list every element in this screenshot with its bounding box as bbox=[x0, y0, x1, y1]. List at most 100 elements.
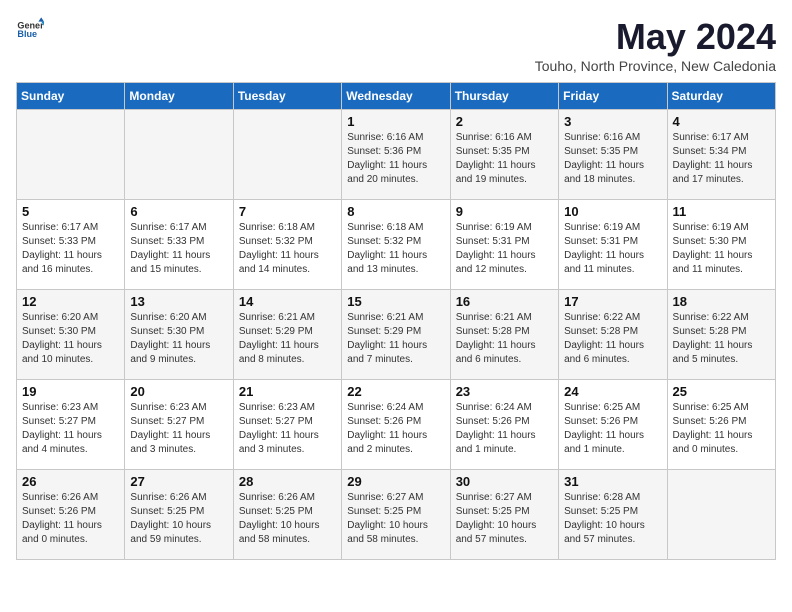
calendar-cell: 7 Sunrise: 6:18 AM Sunset: 5:32 PM Daylig… bbox=[233, 200, 341, 290]
calendar-cell: 4 Sunrise: 6:17 AM Sunset: 5:34 PM Daylig… bbox=[667, 110, 775, 200]
day-info: Sunrise: 6:21 AM Sunset: 5:28 PM Dayligh… bbox=[456, 311, 553, 367]
day-info: Sunrise: 6:26 AM Sunset: 5:26 PM Dayligh… bbox=[22, 491, 119, 547]
day-info: Sunrise: 6:19 AM Sunset: 5:30 PM Dayligh… bbox=[673, 221, 770, 277]
day-number: 22 bbox=[347, 384, 444, 399]
calendar-cell: 26 Sunrise: 6:26 AM Sunset: 5:26 PM Dayli… bbox=[17, 470, 125, 560]
location-title: Touho, North Province, New Caledonia bbox=[535, 58, 776, 74]
day-number: 7 bbox=[239, 204, 336, 219]
calendar-cell: 29 Sunrise: 6:27 AM Sunset: 5:25 PM Dayli… bbox=[342, 470, 450, 560]
month-title: May 2024 bbox=[535, 16, 776, 58]
calendar-cell: 6 Sunrise: 6:17 AM Sunset: 5:33 PM Daylig… bbox=[125, 200, 233, 290]
day-info: Sunrise: 6:23 AM Sunset: 5:27 PM Dayligh… bbox=[239, 401, 336, 457]
weekday-header-sunday: Sunday bbox=[17, 83, 125, 110]
day-info: Sunrise: 6:26 AM Sunset: 5:25 PM Dayligh… bbox=[130, 491, 227, 547]
day-info: Sunrise: 6:21 AM Sunset: 5:29 PM Dayligh… bbox=[239, 311, 336, 367]
calendar-cell: 22 Sunrise: 6:24 AM Sunset: 5:26 PM Dayli… bbox=[342, 380, 450, 470]
calendar-cell: 16 Sunrise: 6:21 AM Sunset: 5:28 PM Dayli… bbox=[450, 290, 558, 380]
day-info: Sunrise: 6:19 AM Sunset: 5:31 PM Dayligh… bbox=[564, 221, 661, 277]
calendar-cell: 2Sunrise: 6:16 AM Sunset: 5:35 PM Daylig… bbox=[450, 110, 558, 200]
calendar-cell: 21 Sunrise: 6:23 AM Sunset: 5:27 PM Dayli… bbox=[233, 380, 341, 470]
weekday-header-saturday: Saturday bbox=[667, 83, 775, 110]
calendar-header: SundayMondayTuesdayWednesdayThursdayFrid… bbox=[17, 83, 776, 110]
day-number: 4 bbox=[673, 114, 770, 129]
calendar-cell: 25Sunrise: 6:25 AM Sunset: 5:26 PM Dayli… bbox=[667, 380, 775, 470]
logo-icon: General Blue bbox=[16, 16, 44, 44]
calendar-cell: 12Sunrise: 6:20 AM Sunset: 5:30 PM Dayli… bbox=[17, 290, 125, 380]
calendar-cell: 27Sunrise: 6:26 AM Sunset: 5:25 PM Dayli… bbox=[125, 470, 233, 560]
calendar-cell bbox=[125, 110, 233, 200]
day-number: 5 bbox=[22, 204, 119, 219]
calendar-cell: 9Sunrise: 6:19 AM Sunset: 5:31 PM Daylig… bbox=[450, 200, 558, 290]
calendar-cell bbox=[667, 470, 775, 560]
day-info: Sunrise: 6:24 AM Sunset: 5:26 PM Dayligh… bbox=[456, 401, 553, 457]
day-number: 15 bbox=[347, 294, 444, 309]
day-info: Sunrise: 6:19 AM Sunset: 5:31 PM Dayligh… bbox=[456, 221, 553, 277]
day-info: Sunrise: 6:25 AM Sunset: 5:26 PM Dayligh… bbox=[564, 401, 661, 457]
calendar-cell: 3 Sunrise: 6:16 AM Sunset: 5:35 PM Daylig… bbox=[559, 110, 667, 200]
day-info: Sunrise: 6:24 AM Sunset: 5:26 PM Dayligh… bbox=[347, 401, 444, 457]
day-info: Sunrise: 6:18 AM Sunset: 5:32 PM Dayligh… bbox=[239, 221, 336, 277]
logo: General Blue bbox=[16, 16, 44, 44]
day-info: Sunrise: 6:18 AM Sunset: 5:32 PM Dayligh… bbox=[347, 221, 444, 277]
day-number: 26 bbox=[22, 474, 119, 489]
day-number: 17 bbox=[564, 294, 661, 309]
day-info: Sunrise: 6:23 AM Sunset: 5:27 PM Dayligh… bbox=[22, 401, 119, 457]
day-info: Sunrise: 6:17 AM Sunset: 5:34 PM Dayligh… bbox=[673, 131, 770, 187]
calendar-week-row: 12 Sunrise: 6:20 AM Sunset: 5:30 PM Dayli… bbox=[17, 290, 776, 380]
day-number: 6 bbox=[130, 204, 227, 219]
svg-text:Blue: Blue bbox=[17, 29, 37, 39]
calendar-cell: 24 Sunrise: 6:25 AM Sunset: 5:26 PM Dayli… bbox=[559, 380, 667, 470]
day-number: 20 bbox=[130, 384, 227, 399]
day-number: 21 bbox=[239, 384, 336, 399]
calendar-cell: 17 Sunrise: 6:22 AM Sunset: 5:28 PM Dayli… bbox=[559, 290, 667, 380]
calendar-cell: 20 Sunrise: 6:23 AM Sunset: 5:27 PM Dayli… bbox=[125, 380, 233, 470]
day-info: Sunrise: 6:17 AM Sunset: 5:33 PM Dayligh… bbox=[130, 221, 227, 277]
day-number: 24 bbox=[564, 384, 661, 399]
day-info: Sunrise: 6:28 AM Sunset: 5:25 PM Dayligh… bbox=[564, 491, 661, 547]
day-info: Sunrise: 6:23 AM Sunset: 5:27 PM Dayligh… bbox=[130, 401, 227, 457]
calendar-cell: 19 Sunrise: 6:23 AM Sunset: 5:27 PM Dayli… bbox=[17, 380, 125, 470]
day-number: 23 bbox=[456, 384, 553, 399]
day-info: Sunrise: 6:16 AM Sunset: 5:36 PM Dayligh… bbox=[347, 131, 444, 187]
calendar-cell: 15Sunrise: 6:21 AM Sunset: 5:29 PM Dayli… bbox=[342, 290, 450, 380]
calendar-cell: 31 Sunrise: 6:28 AM Sunset: 5:25 PM Dayli… bbox=[559, 470, 667, 560]
calendar-cell bbox=[233, 110, 341, 200]
day-info: Sunrise: 6:20 AM Sunset: 5:30 PM Dayligh… bbox=[130, 311, 227, 367]
calendar-cell: 30 Sunrise: 6:27 AM Sunset: 5:25 PM Dayli… bbox=[450, 470, 558, 560]
day-number: 31 bbox=[564, 474, 661, 489]
day-number: 10 bbox=[564, 204, 661, 219]
day-info: Sunrise: 6:17 AM Sunset: 5:33 PM Dayligh… bbox=[22, 221, 119, 277]
title-block: May 2024 Touho, North Province, New Cale… bbox=[535, 16, 776, 74]
calendar-cell: 1 Sunrise: 6:16 AM Sunset: 5:36 PM Daylig… bbox=[342, 110, 450, 200]
calendar-cell: 5 Sunrise: 6:17 AM Sunset: 5:33 PM Daylig… bbox=[17, 200, 125, 290]
calendar-cell: 8 Sunrise: 6:18 AM Sunset: 5:32 PM Daylig… bbox=[342, 200, 450, 290]
calendar-cell: 18Sunrise: 6:22 AM Sunset: 5:28 PM Dayli… bbox=[667, 290, 775, 380]
day-info: Sunrise: 6:26 AM Sunset: 5:25 PM Dayligh… bbox=[239, 491, 336, 547]
day-info: Sunrise: 6:27 AM Sunset: 5:25 PM Dayligh… bbox=[347, 491, 444, 547]
day-number: 19 bbox=[22, 384, 119, 399]
day-number: 3 bbox=[564, 114, 661, 129]
day-number: 14 bbox=[239, 294, 336, 309]
calendar-week-row: 5 Sunrise: 6:17 AM Sunset: 5:33 PM Daylig… bbox=[17, 200, 776, 290]
day-number: 18 bbox=[673, 294, 770, 309]
calendar-cell: 13Sunrise: 6:20 AM Sunset: 5:30 PM Dayli… bbox=[125, 290, 233, 380]
day-number: 1 bbox=[347, 114, 444, 129]
day-number: 16 bbox=[456, 294, 553, 309]
day-number: 8 bbox=[347, 204, 444, 219]
day-number: 11 bbox=[673, 204, 770, 219]
weekday-header-wednesday: Wednesday bbox=[342, 83, 450, 110]
calendar-cell: 23 Sunrise: 6:24 AM Sunset: 5:26 PM Dayli… bbox=[450, 380, 558, 470]
day-info: Sunrise: 6:27 AM Sunset: 5:25 PM Dayligh… bbox=[456, 491, 553, 547]
header: General Blue May 2024 Touho, North Provi… bbox=[16, 16, 776, 74]
day-number: 30 bbox=[456, 474, 553, 489]
weekday-header-friday: Friday bbox=[559, 83, 667, 110]
day-info: Sunrise: 6:16 AM Sunset: 5:35 PM Dayligh… bbox=[564, 131, 661, 187]
day-number: 29 bbox=[347, 474, 444, 489]
calendar-cell: 28 Sunrise: 6:26 AM Sunset: 5:25 PM Dayli… bbox=[233, 470, 341, 560]
day-number: 12 bbox=[22, 294, 119, 309]
day-number: 2 bbox=[456, 114, 553, 129]
calendar-table: SundayMondayTuesdayWednesdayThursdayFrid… bbox=[16, 82, 776, 560]
day-number: 28 bbox=[239, 474, 336, 489]
day-info: Sunrise: 6:22 AM Sunset: 5:28 PM Dayligh… bbox=[564, 311, 661, 367]
weekday-header-row: SundayMondayTuesdayWednesdayThursdayFrid… bbox=[17, 83, 776, 110]
